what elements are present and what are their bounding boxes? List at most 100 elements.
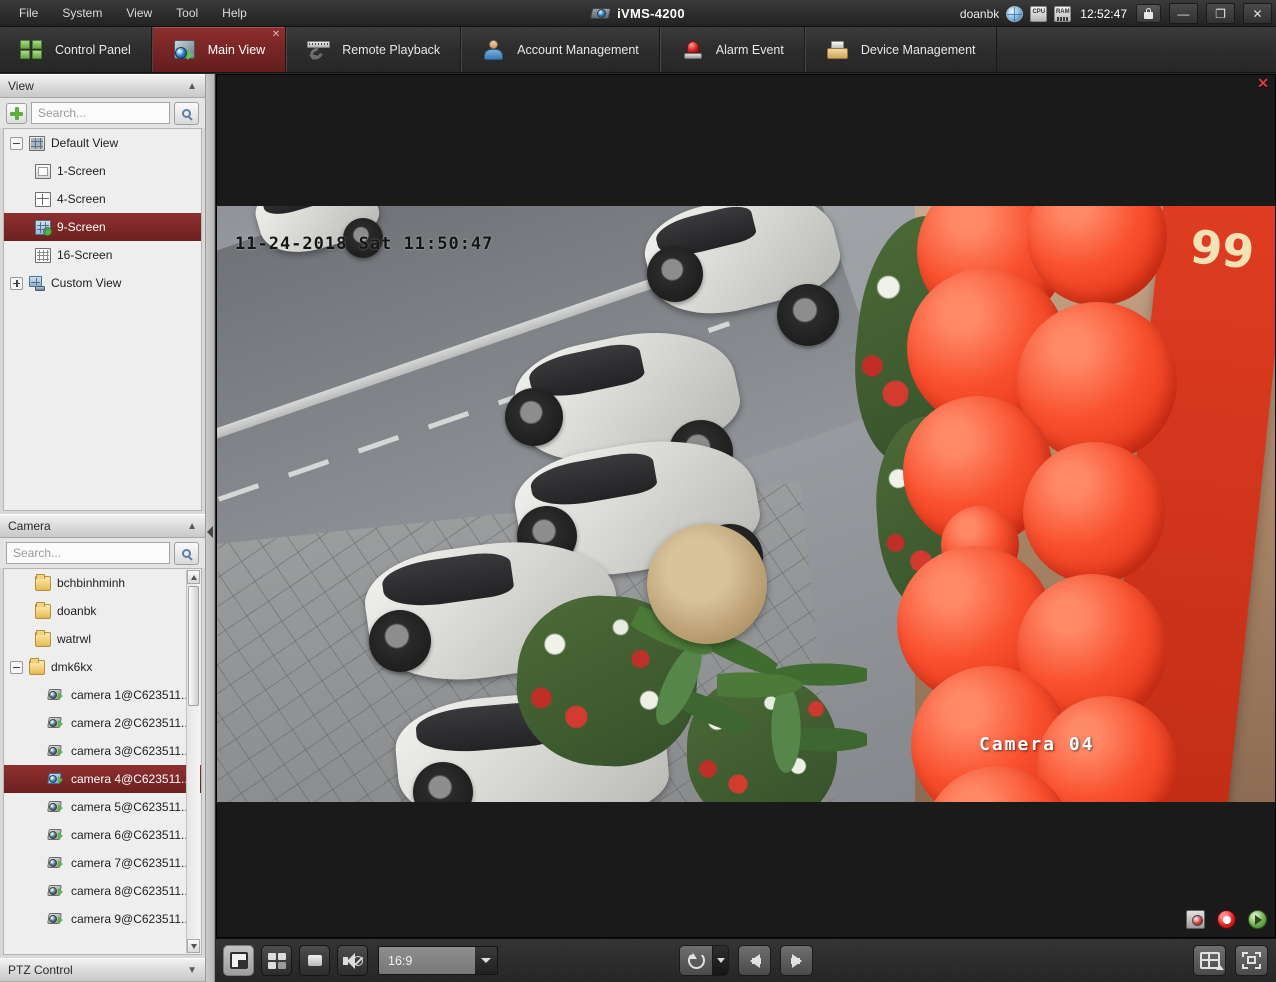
ram-icon[interactable]: RAM [1054, 5, 1072, 22]
menu-system[interactable]: System [51, 2, 113, 24]
camera-icon [47, 716, 65, 730]
menu-file[interactable]: File [8, 2, 49, 24]
tab-alarm-event[interactable]: Alarm Event [659, 27, 805, 72]
chevron-down-icon[interactable]: ▼ [187, 965, 197, 976]
expander-plus-icon[interactable] [10, 276, 23, 290]
maximize-button[interactable]: ❐ [1206, 3, 1235, 24]
tree-item-4-screen[interactable]: 4-Screen [4, 185, 201, 213]
collapse-sidebar-icon[interactable] [207, 526, 213, 538]
tree-item-default-view[interactable]: Default View [4, 129, 201, 157]
view-panel-header[interactable]: View ▲ [0, 74, 205, 98]
fullscreen-button[interactable] [1235, 945, 1268, 976]
tree-item-1-screen[interactable]: 1-Screen [4, 157, 201, 185]
tree-item-camera-9[interactable]: camera 9@C623511... [4, 905, 201, 933]
close-video-icon[interactable]: ✕ [1257, 76, 1269, 90]
tree-item-label: dmk6kx [51, 660, 93, 674]
account-management-icon [482, 39, 506, 61]
cpu-icon[interactable]: CPU [1030, 5, 1048, 22]
expander-minus-icon[interactable] [10, 136, 23, 150]
close-button[interactable]: ✕ [1243, 3, 1272, 24]
tab-account-management[interactable]: Account Management [461, 27, 660, 72]
view-tree[interactable]: Default View 1-Screen 4-Screen 9-Screen … [3, 128, 202, 511]
save-view-button[interactable] [223, 945, 254, 976]
tree-item-doanbk[interactable]: doanbk [4, 597, 201, 625]
video-window[interactable]: ✕ 99 11-24-2018 Sat 11:50:47 Camera 04 [216, 74, 1276, 938]
menu-help[interactable]: Help [211, 2, 258, 24]
tab-label: Remote Playback [342, 42, 441, 57]
tab-control-panel[interactable]: Control Panel [0, 27, 152, 72]
menu-tool[interactable]: Tool [165, 2, 209, 24]
video-stream[interactable]: 99 11-24-2018 Sat 11:50:47 Camera 04 [217, 206, 1275, 802]
sidebar-splitter[interactable] [206, 74, 215, 982]
tree-item-camera-8[interactable]: camera 8@C623511... [4, 877, 201, 905]
tab-device-management[interactable]: Device Management [804, 27, 997, 72]
layout-grid-icon [1199, 952, 1224, 970]
tree-item-custom-view[interactable]: Custom View [4, 269, 201, 297]
tab-label: Control Panel [55, 42, 131, 57]
previous-page-button[interactable] [738, 945, 771, 976]
snapshot-icon[interactable] [1186, 910, 1205, 929]
view-panel-title: View [8, 79, 34, 93]
scrollbar-thumb[interactable] [188, 586, 199, 706]
tree-item-label: camera 8@C623511... [71, 884, 192, 898]
camera-panel-header[interactable]: Camera ▲ [0, 514, 205, 538]
camera-search-button[interactable] [174, 541, 199, 565]
window-division-button[interactable] [261, 945, 292, 976]
aspect-ratio-dropdown-button[interactable] [475, 947, 497, 974]
camera-icon [47, 828, 65, 842]
ptz-control-header[interactable]: PTZ Control ▼ [0, 958, 205, 982]
tree-item-camera-3[interactable]: camera 3@C623511... [4, 737, 201, 765]
tree-item-label: camera 4@C623511... [71, 772, 192, 786]
device-management-icon [826, 39, 850, 61]
tree-item-camera-4[interactable]: camera 4@C623511... [4, 765, 201, 793]
refresh-split-button[interactable] [679, 945, 729, 976]
tree-item-dmk6kx[interactable]: dmk6kx [4, 653, 201, 681]
tree-item-camera-6[interactable]: camera 6@C623511... [4, 821, 201, 849]
tree-item-watrwl[interactable]: watrwl [4, 625, 201, 653]
camera-tree-scrollbar[interactable] [186, 570, 200, 953]
banner-text: 99 [1187, 218, 1258, 280]
chevron-up-icon[interactable]: ▲ [187, 81, 197, 92]
view-search-button[interactable] [174, 101, 199, 125]
tab-close-icon[interactable]: ✕ [272, 30, 280, 40]
tree-item-camera-5[interactable]: camera 5@C623511... [4, 793, 201, 821]
scroll-down-button[interactable] [187, 939, 200, 953]
menu-view[interactable]: View [115, 2, 163, 24]
chevron-down-icon [190, 943, 197, 949]
folder-icon [29, 657, 45, 675]
scroll-up-button[interactable] [187, 570, 200, 584]
view-search-input[interactable] [31, 102, 170, 124]
view-layout-controls [1193, 945, 1268, 976]
arrow-left-icon [749, 953, 761, 968]
expander-minus-icon[interactable] [10, 660, 23, 674]
tree-item-9-screen[interactable]: 9-Screen [4, 213, 201, 241]
stop-all-button[interactable] [299, 945, 330, 976]
tree-item-camera-1[interactable]: camera 1@C623511... [4, 681, 201, 709]
mute-button[interactable] [337, 945, 368, 976]
camera-icon [47, 884, 65, 898]
minimize-button[interactable]: — [1169, 3, 1198, 24]
camera-search-row [0, 538, 205, 568]
tab-label: Main View [207, 42, 266, 57]
refresh-button[interactable] [679, 945, 712, 976]
aspect-ratio-select[interactable]: 16:9 [378, 946, 498, 975]
tree-item-label: 16-Screen [57, 248, 113, 262]
layout-button[interactable] [1193, 945, 1226, 976]
tab-remote-playback[interactable]: Remote Playback [286, 27, 462, 72]
record-icon[interactable] [1217, 910, 1236, 929]
camera-search-input[interactable] [6, 542, 170, 564]
camera-tree[interactable]: bchbinhminh doanbk watrwl dmk6kx camera … [3, 568, 202, 955]
title-bar-right: doanbk CPU RAM 12:52:47 — ❐ ✕ [960, 0, 1276, 27]
tree-item-camera-2[interactable]: camera 2@C623511... [4, 709, 201, 737]
next-page-button[interactable] [780, 945, 813, 976]
tree-item-camera-7[interactable]: camera 7@C623511... [4, 849, 201, 877]
tree-item-16-screen[interactable]: 16-Screen [4, 241, 201, 269]
lock-button[interactable] [1136, 4, 1161, 23]
add-view-button[interactable] [6, 102, 27, 124]
chevron-up-icon[interactable]: ▲ [187, 521, 197, 532]
tree-item-bchbinhminh[interactable]: bchbinhminh [4, 569, 201, 597]
network-globe-icon[interactable] [1006, 5, 1024, 23]
refresh-dropdown-button[interactable] [712, 945, 729, 976]
instant-playback-icon[interactable] [1248, 910, 1267, 929]
tab-main-view[interactable]: Main View ✕ [151, 27, 287, 72]
